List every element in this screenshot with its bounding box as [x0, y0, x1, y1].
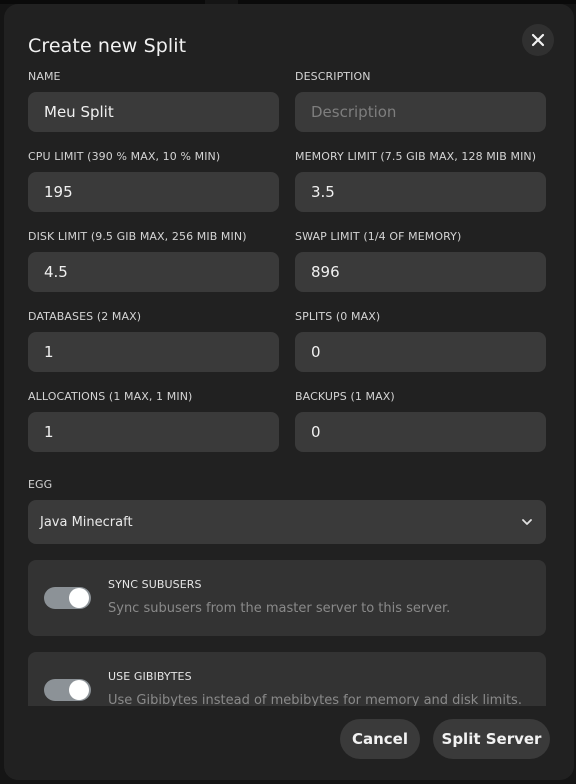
allocations-label: ALLOCATIONS (1 MAX, 1 MIN) — [28, 390, 193, 403]
create-split-modal: Create new Split NAME DESCRIPTION CPU LI… — [4, 4, 574, 780]
databases-input[interactable] — [28, 332, 279, 372]
egg-selected-value: Java Minecraft — [40, 514, 133, 530]
close-icon — [531, 33, 545, 47]
cpu-limit-label: CPU LIMIT (390 % MAX, 10 % MIN) — [28, 150, 221, 163]
close-button[interactable] — [522, 24, 554, 56]
allocations-input[interactable] — [28, 412, 279, 452]
memory-limit-input[interactable] — [295, 172, 546, 212]
cancel-button[interactable]: Cancel — [340, 719, 420, 759]
memory-limit-label: MEMORY LIMIT (7.5 GIB MAX, 128 MIB MIN) — [295, 150, 537, 163]
sync-subusers-card: SYNC SUBUSERS Sync subusers from the mas… — [28, 560, 546, 636]
swap-limit-label: SWAP LIMIT (1/4 OF MEMORY) — [295, 230, 462, 243]
egg-select[interactable]: Java Minecraft — [28, 500, 546, 544]
sync-subusers-description: Sync subusers from the master server to … — [108, 601, 451, 616]
modal-title: Create new Split — [28, 35, 187, 57]
description-label: DESCRIPTION — [295, 70, 371, 83]
splits-input[interactable] — [295, 332, 546, 372]
description-input[interactable] — [295, 92, 546, 132]
backups-label: BACKUPS (1 MAX) — [295, 390, 395, 403]
toggle-knob — [69, 588, 89, 608]
chevron-down-icon — [522, 519, 532, 525]
use-gibibytes-title: USE GIBIBYTES — [108, 670, 192, 683]
name-input[interactable] — [28, 92, 279, 132]
splits-label: SPLITS (0 MAX) — [295, 310, 381, 323]
sync-subusers-toggle[interactable] — [44, 587, 91, 609]
databases-label: DATABASES (2 MAX) — [28, 310, 142, 323]
toggle-knob — [69, 680, 89, 700]
egg-label: EGG — [28, 478, 53, 491]
use-gibibytes-toggle[interactable] — [44, 679, 91, 701]
swap-limit-input[interactable] — [295, 252, 546, 292]
disk-limit-label: DISK LIMIT (9.5 GIB MAX, 256 MIB MIN) — [28, 230, 247, 243]
cpu-limit-input[interactable] — [28, 172, 279, 212]
disk-limit-input[interactable] — [28, 252, 279, 292]
name-label: NAME — [28, 70, 61, 83]
sync-subusers-title: SYNC SUBUSERS — [108, 578, 202, 591]
modal-footer: Cancel Split Server — [4, 706, 574, 780]
backups-input[interactable] — [295, 412, 546, 452]
split-server-button[interactable]: Split Server — [433, 719, 550, 759]
